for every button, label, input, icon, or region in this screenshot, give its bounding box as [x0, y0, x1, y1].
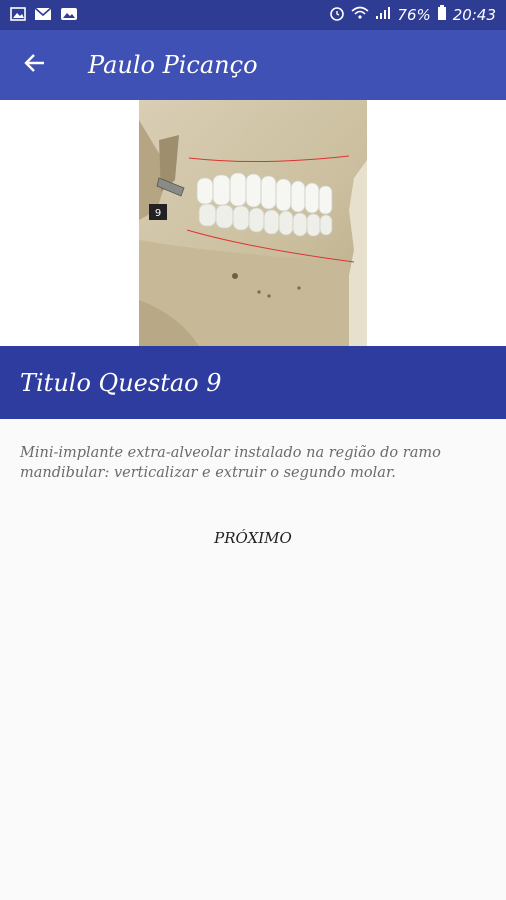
signal-icon: [375, 6, 391, 24]
app-bar: Paulo Picanço: [0, 30, 506, 100]
app-title: Paulo Picanço: [88, 51, 258, 79]
wifi-icon: [351, 6, 369, 24]
status-right-icons: 76% 20:43: [329, 5, 496, 25]
image-marker-label: 9: [155, 208, 161, 219]
status-bar: 76% 20:43: [0, 0, 506, 30]
clock: 20:43: [452, 6, 496, 24]
alarm-icon: [329, 5, 345, 25]
image-icon: [10, 6, 26, 25]
mail-icon: [34, 6, 52, 25]
back-button[interactable]: [0, 30, 70, 100]
question-description: Mini-implante extra-alveolar instalado n…: [20, 445, 441, 481]
battery-percent: 76%: [397, 6, 431, 24]
skull-jaw-image: 9: [139, 100, 367, 346]
arrow-left-icon: [24, 52, 46, 78]
question-image-area: 9: [0, 100, 506, 346]
gallery-icon: [60, 6, 78, 25]
status-left-icons: [10, 6, 78, 25]
battery-icon: [437, 5, 447, 25]
next-button[interactable]: PRÓXIMO: [190, 520, 316, 556]
question-title-band: Titulo Questao 9: [0, 346, 506, 419]
question-title: Titulo Questao 9: [20, 368, 222, 397]
